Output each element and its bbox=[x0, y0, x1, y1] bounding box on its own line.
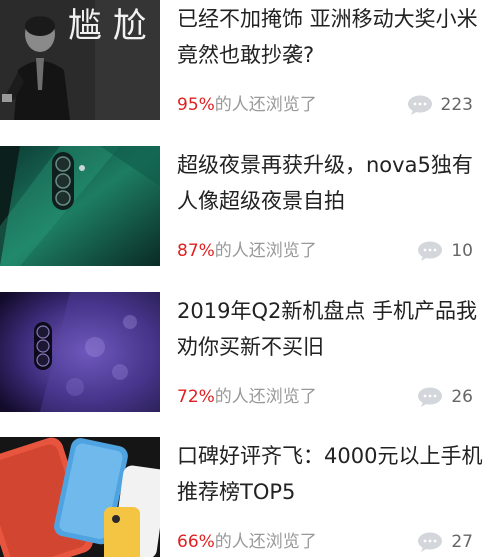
article-meta: 95%的人还浏览了 223 bbox=[177, 94, 483, 116]
comment-count: 223 bbox=[440, 95, 473, 115]
viewed-percent: 72% bbox=[177, 387, 215, 407]
article-meta: 66%的人还浏览了 27 bbox=[177, 531, 483, 553]
comment-count: 10 bbox=[451, 241, 473, 261]
feed-item[interactable]: 2019年Q2新机盘点 手机产品我劝你买新不买旧 72%的人还浏览了 26 bbox=[0, 292, 489, 412]
feed-item[interactable]: 尴 尬 已经不加掩饰 亚洲移动大奖小米竟然也敢抄袭? 95%的人还浏览了 223 bbox=[0, 0, 489, 120]
comment-count-group[interactable]: 10 bbox=[417, 240, 473, 262]
viewed-label: 的人还浏览了 bbox=[214, 387, 317, 407]
comment-count-group[interactable]: 223 bbox=[407, 94, 473, 116]
comment-count: 26 bbox=[451, 387, 473, 407]
comment-bubble-icon bbox=[418, 532, 443, 552]
article-feed: 尴 尬 已经不加掩饰 亚洲移动大奖小米竟然也敢抄袭? 95%的人还浏览了 223 bbox=[0, 0, 489, 559]
article-thumbnail[interactable] bbox=[0, 292, 160, 412]
comment-bubble-icon bbox=[407, 95, 432, 115]
comment-count-group[interactable]: 26 bbox=[417, 386, 473, 408]
article-title[interactable]: 口碑好评齐飞：4000元以上手机推荐榜TOP5 bbox=[177, 438, 483, 510]
viewed-label: 的人还浏览了 bbox=[214, 95, 317, 115]
comment-count: 27 bbox=[451, 532, 473, 552]
comment-bubble-icon bbox=[418, 241, 443, 261]
viewed-label: 的人还浏览了 bbox=[214, 241, 317, 261]
article-thumbnail[interactable] bbox=[0, 437, 160, 557]
comment-bubble-icon bbox=[418, 387, 443, 407]
article-thumbnail[interactable]: 尴 尬 bbox=[0, 0, 160, 120]
article-meta: 87%的人还浏览了 10 bbox=[177, 240, 483, 262]
feed-item[interactable]: 口碑好评齐飞：4000元以上手机推荐榜TOP5 66%的人还浏览了 27 bbox=[0, 437, 489, 557]
article-title[interactable]: 2019年Q2新机盘点 手机产品我劝你买新不买旧 bbox=[177, 293, 483, 365]
thumbnail-caption: 尴 尬 bbox=[68, 6, 147, 46]
viewed-percent: 95% bbox=[177, 95, 215, 115]
viewed-percent: 66% bbox=[177, 532, 215, 552]
article-thumbnail[interactable] bbox=[0, 146, 160, 266]
article-title[interactable]: 超级夜景再获升级，nova5独有人像超级夜景自拍 bbox=[177, 147, 483, 219]
viewed-label: 的人还浏览了 bbox=[214, 532, 317, 552]
article-title[interactable]: 已经不加掩饰 亚洲移动大奖小米竟然也敢抄袭? bbox=[177, 1, 483, 73]
comment-count-group[interactable]: 27 bbox=[417, 531, 473, 553]
feed-item[interactable]: 超级夜景再获升级，nova5独有人像超级夜景自拍 87%的人还浏览了 10 bbox=[0, 146, 489, 266]
article-meta: 72%的人还浏览了 26 bbox=[177, 386, 483, 408]
viewed-percent: 87% bbox=[177, 241, 215, 261]
